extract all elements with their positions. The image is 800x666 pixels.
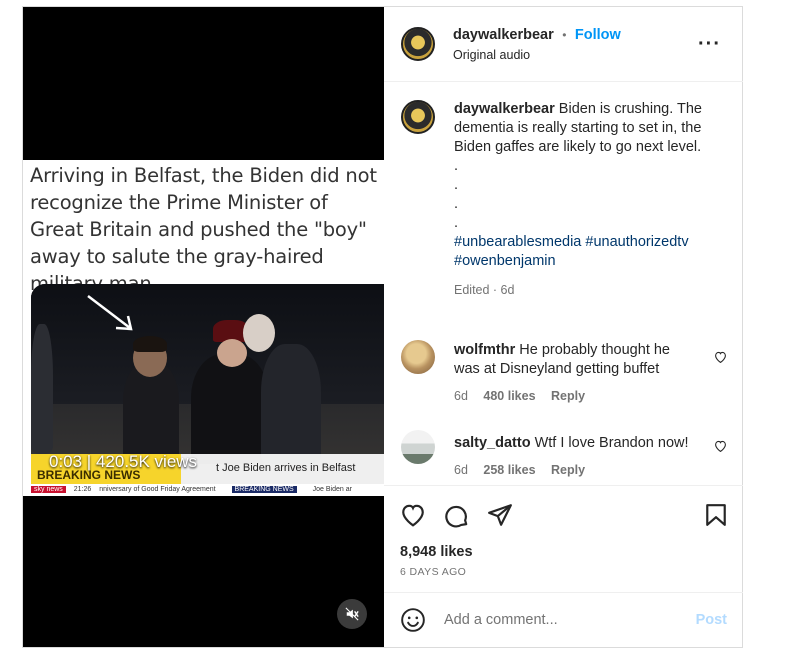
- likes-count[interactable]: 8,948 likes: [400, 544, 473, 560]
- commenter-avatar[interactable]: [401, 430, 435, 464]
- media-caption-card: Arriving in Belfast, the Biden did not r…: [23, 160, 384, 496]
- caption-avatar[interactable]: [401, 100, 435, 134]
- ticker-bar: sky news 21:26 nniversary of Good Friday…: [31, 484, 384, 496]
- reply-button[interactable]: Reply: [551, 463, 585, 477]
- pointer-arrow-icon: [86, 294, 136, 339]
- views-overlay: 0:03 | 420.5K views: [49, 452, 198, 471]
- comment-input[interactable]: Add a comment...: [444, 612, 558, 628]
- add-comment-bar: Add a comment... Post: [384, 592, 743, 647]
- post-media[interactable]: Arriving in Belfast, the Biden did not r…: [23, 7, 384, 647]
- caption-block: daywalkerbear Biden is crushing. The dem…: [454, 100, 714, 297]
- like-icon[interactable]: [400, 503, 426, 532]
- comment-icon[interactable]: [444, 503, 470, 534]
- post-sidebar: daywalkerbear • Follow Original audio ··…: [384, 7, 743, 647]
- save-icon[interactable]: [705, 503, 727, 532]
- avatar[interactable]: [401, 27, 435, 61]
- commenter-avatar[interactable]: [401, 340, 435, 374]
- ticker-headline: t Joe Biden arrives in Belfast: [216, 462, 356, 474]
- comment-item: wolfmthr He probably thought he was at D…: [454, 342, 670, 403]
- post-container: Arriving in Belfast, the Biden did not r…: [22, 6, 743, 648]
- mute-button[interactable]: [337, 599, 367, 629]
- follow-button[interactable]: Follow: [575, 27, 621, 43]
- like-comment-icon[interactable]: [714, 351, 727, 366]
- post-actions: 8,948 likes 6 DAYS AGO: [384, 485, 743, 591]
- caption-edited: Edited · 6d: [454, 283, 515, 297]
- caption-username[interactable]: daywalkerbear: [454, 101, 555, 117]
- caption-hashtags[interactable]: #unbearablesmedia #unauthorizedtv #owenb…: [454, 233, 714, 271]
- comment-item: salty_datto Wtf I love Brandon now! 6d 2…: [454, 435, 689, 477]
- speaker-muted-icon: [345, 607, 359, 621]
- post-header: daywalkerbear • Follow Original audio ··…: [384, 7, 743, 82]
- emoji-icon[interactable]: [400, 607, 426, 638]
- audio-label[interactable]: Original audio: [453, 48, 530, 62]
- post-comment-button[interactable]: Post: [696, 612, 727, 628]
- more-options-icon[interactable]: ···: [698, 34, 721, 54]
- share-icon[interactable]: [487, 503, 513, 532]
- header-username[interactable]: daywalkerbear: [453, 27, 554, 43]
- embedded-video-frame: BREAKING NEWS t Joe Biden arrives in Bel…: [31, 284, 384, 496]
- comments-section: daywalkerbear Biden is crushing. The dem…: [384, 83, 743, 483]
- like-comment-icon[interactable]: [714, 440, 727, 455]
- post-date: 6 DAYS AGO: [400, 566, 467, 578]
- media-caption-text: Arriving in Belfast, the Biden did not r…: [30, 164, 377, 295]
- reply-button[interactable]: Reply: [551, 389, 585, 403]
